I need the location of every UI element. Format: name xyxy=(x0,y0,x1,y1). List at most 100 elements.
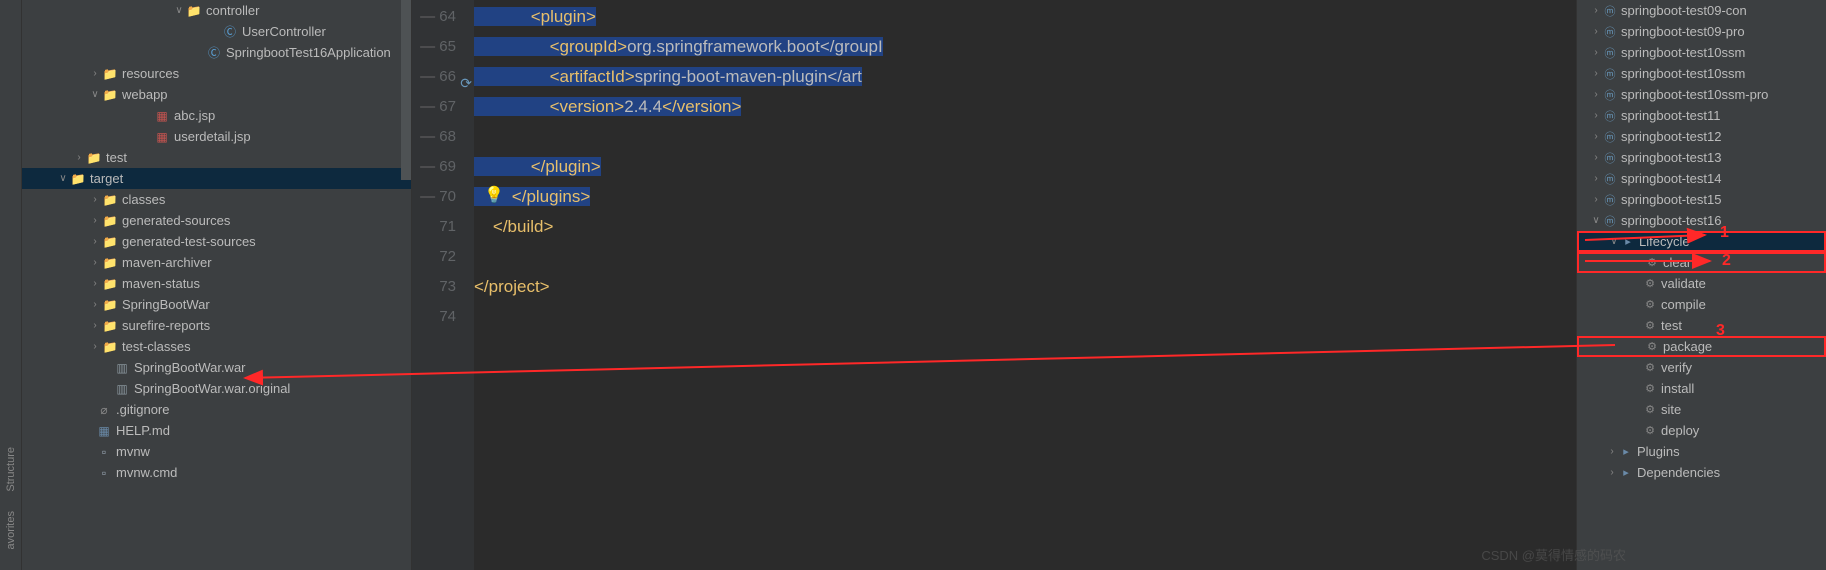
expand-arrow-icon[interactable]: › xyxy=(88,299,102,310)
code-line[interactable]: </plugin> xyxy=(474,152,1576,182)
jsp-icon: ▦ xyxy=(154,108,170,124)
expand-arrow-icon[interactable]: › xyxy=(88,320,102,331)
maven-item-install[interactable]: ⚙install xyxy=(1577,378,1826,399)
tree-item-target[interactable]: ∨📁target xyxy=(22,168,411,189)
maven-item-springboot-test11[interactable]: ›ⓜspringboot-test11 xyxy=(1577,105,1826,126)
intention-bulb-icon[interactable]: 💡 xyxy=(484,185,504,205)
code-line[interactable]: <groupId>org.springframework.boot</group… xyxy=(474,32,1576,62)
tree-item-mvnw-cmd[interactable]: ▫mvnw.cmd xyxy=(22,462,411,483)
maven-item-springboot-test12[interactable]: ›ⓜspringboot-test12 xyxy=(1577,126,1826,147)
tree-item-usercontroller[interactable]: ⒸUserController xyxy=(22,21,411,42)
ide-left-toolwindow-bar[interactable]: Structure avorites xyxy=(0,0,22,570)
tree-item-maven-status[interactable]: ›📁maven-status xyxy=(22,273,411,294)
editor-code-area[interactable]: <plugin> <groupId>org.springframework.bo… xyxy=(474,0,1576,570)
tree-item-generated-sources[interactable]: ›📁generated-sources xyxy=(22,210,411,231)
expand-arrow-icon[interactable]: › xyxy=(1589,68,1603,79)
maven-item-springboot-test15[interactable]: ›ⓜspringboot-test15 xyxy=(1577,189,1826,210)
maven-item-springboot-test10ssm[interactable]: ›ⓜspringboot-test10ssm xyxy=(1577,42,1826,63)
maven-item-clean[interactable]: ⚙clean xyxy=(1577,252,1826,273)
tree-item-springbootwar-war[interactable]: ▥SpringBootWar.war xyxy=(22,357,411,378)
expand-arrow-icon[interactable]: › xyxy=(88,278,102,289)
expand-arrow-icon[interactable]: ∨ xyxy=(1607,236,1621,247)
expand-arrow-icon[interactable]: › xyxy=(1589,47,1603,58)
code-line[interactable] xyxy=(474,302,1576,332)
maven-tool-window[interactable]: ›ⓜspringboot-test09-con›ⓜspringboot-test… xyxy=(1576,0,1826,570)
maven-item-package[interactable]: ⚙package xyxy=(1577,336,1826,357)
expand-arrow-icon[interactable]: › xyxy=(88,341,102,352)
expand-arrow-icon[interactable]: › xyxy=(1589,89,1603,100)
tree-item-test-classes[interactable]: ›📁test-classes xyxy=(22,336,411,357)
maven-item-springboot-test13[interactable]: ›ⓜspringboot-test13 xyxy=(1577,147,1826,168)
maven-item-validate[interactable]: ⚙validate xyxy=(1577,273,1826,294)
tree-item-springbootwar[interactable]: ›📁SpringBootWar xyxy=(22,294,411,315)
maven-item-compile[interactable]: ⚙compile xyxy=(1577,294,1826,315)
expand-arrow-icon[interactable]: › xyxy=(88,257,102,268)
maven-item-verify[interactable]: ⚙verify xyxy=(1577,357,1826,378)
project-tree[interactable]: ∨📁controllerⒸUserControllerⒸSpringbootTe… xyxy=(22,0,412,570)
tree-item-classes[interactable]: ›📁classes xyxy=(22,189,411,210)
tree-item-springbootwar-war-original[interactable]: ▥SpringBootWar.war.original xyxy=(22,378,411,399)
expand-arrow-icon[interactable]: › xyxy=(1589,131,1603,142)
expand-arrow-icon[interactable]: › xyxy=(1605,446,1619,457)
maven-item-springboot-test09-con[interactable]: ›ⓜspringboot-test09-con xyxy=(1577,0,1826,21)
tree-item-resources[interactable]: ›📁resources xyxy=(22,63,411,84)
expand-arrow-icon[interactable]: › xyxy=(1589,152,1603,163)
tree-item-help-md[interactable]: ▦HELP.md xyxy=(22,420,411,441)
tree-item-test[interactable]: ›📁test xyxy=(22,147,411,168)
expand-arrow-icon[interactable]: ∨ xyxy=(88,89,102,100)
expand-arrow-icon[interactable]: › xyxy=(1589,110,1603,121)
favorites-tool-label[interactable]: avorites xyxy=(5,511,17,550)
expand-arrow-icon[interactable]: › xyxy=(1589,5,1603,16)
sidebar-scrollbar-thumb[interactable] xyxy=(401,0,411,180)
expand-arrow-icon[interactable]: ∨ xyxy=(1589,215,1603,226)
maven-item-label: springboot-test13 xyxy=(1621,150,1721,165)
expand-arrow-icon[interactable]: › xyxy=(1589,26,1603,37)
maven-item-deploy[interactable]: ⚙deploy xyxy=(1577,420,1826,441)
code-line[interactable]: <plugin> xyxy=(474,2,1576,32)
maven-item-dependencies[interactable]: ›▸Dependencies xyxy=(1577,462,1826,483)
code-line[interactable]: <version>2.4.4</version> xyxy=(474,92,1576,122)
tree-item--gitignore[interactable]: ⌀ .gitignore xyxy=(22,399,411,420)
tree-item-webapp[interactable]: ∨📁webapp xyxy=(22,84,411,105)
code-editor[interactable]: — 64— 65— 66⟳— 67— 68— 69— 7071727374 <p… xyxy=(412,0,1576,570)
code-line[interactable] xyxy=(474,242,1576,272)
tree-item-abc-jsp[interactable]: ▦abc.jsp xyxy=(22,105,411,126)
mod-icon: ⓜ xyxy=(1603,25,1617,39)
maven-item-springboot-test10ssm[interactable]: ›ⓜspringboot-test10ssm xyxy=(1577,63,1826,84)
expand-arrow-icon[interactable]: › xyxy=(88,194,102,205)
maven-item-plugins[interactable]: ›▸Plugins xyxy=(1577,441,1826,462)
expand-arrow-icon[interactable]: › xyxy=(88,236,102,247)
expand-arrow-icon[interactable]: › xyxy=(1589,173,1603,184)
expand-arrow-icon[interactable]: ∨ xyxy=(56,173,70,184)
tree-item-surefire-reports[interactable]: ›📁surefire-reports xyxy=(22,315,411,336)
code-line[interactable]: </plugins> xyxy=(474,182,1576,212)
maven-item-springboot-test10ssm-pro[interactable]: ›ⓜspringboot-test10ssm-pro xyxy=(1577,84,1826,105)
tree-item-controller[interactable]: ∨📁controller xyxy=(22,0,411,21)
expand-arrow-icon[interactable]: › xyxy=(72,152,86,163)
expand-arrow-icon[interactable]: › xyxy=(1605,467,1619,478)
maven-item-springboot-test09-pro[interactable]: ›ⓜspringboot-test09-pro xyxy=(1577,21,1826,42)
expand-arrow-icon[interactable]: › xyxy=(88,215,102,226)
code-line[interactable]: </project> xyxy=(474,272,1576,302)
structure-tool-label[interactable]: Structure xyxy=(5,447,17,492)
maven-item-springboot-test16[interactable]: ∨ⓜspringboot-test16 xyxy=(1577,210,1826,231)
txt-icon: ⌀ xyxy=(96,402,112,418)
code-line[interactable]: <artifactId>spring-boot-maven-plugin</ar… xyxy=(474,62,1576,92)
maven-item-test[interactable]: ⚙test xyxy=(1577,315,1826,336)
tree-item-label: .gitignore xyxy=(116,402,169,417)
tree-item-generated-test-sources[interactable]: ›📁generated-test-sources xyxy=(22,231,411,252)
code-line[interactable] xyxy=(474,122,1576,152)
mod-icon: ⓜ xyxy=(1603,88,1617,102)
maven-item-site[interactable]: ⚙site xyxy=(1577,399,1826,420)
tree-item-label: resources xyxy=(122,66,179,81)
maven-item-lifecycle[interactable]: ∨▸Lifecycle xyxy=(1577,231,1826,252)
expand-arrow-icon[interactable]: ∨ xyxy=(172,5,186,16)
expand-arrow-icon[interactable]: › xyxy=(88,68,102,79)
tree-item-userdetail-jsp[interactable]: ▦userdetail.jsp xyxy=(22,126,411,147)
tree-item-springboottest16application[interactable]: ⒸSpringbootTest16Application xyxy=(22,42,411,63)
tree-item-mvnw[interactable]: ▫mvnw xyxy=(22,441,411,462)
code-line[interactable]: </build> xyxy=(474,212,1576,242)
tree-item-maven-archiver[interactable]: ›📁maven-archiver xyxy=(22,252,411,273)
expand-arrow-icon[interactable]: › xyxy=(1589,194,1603,205)
maven-item-springboot-test14[interactable]: ›ⓜspringboot-test14 xyxy=(1577,168,1826,189)
